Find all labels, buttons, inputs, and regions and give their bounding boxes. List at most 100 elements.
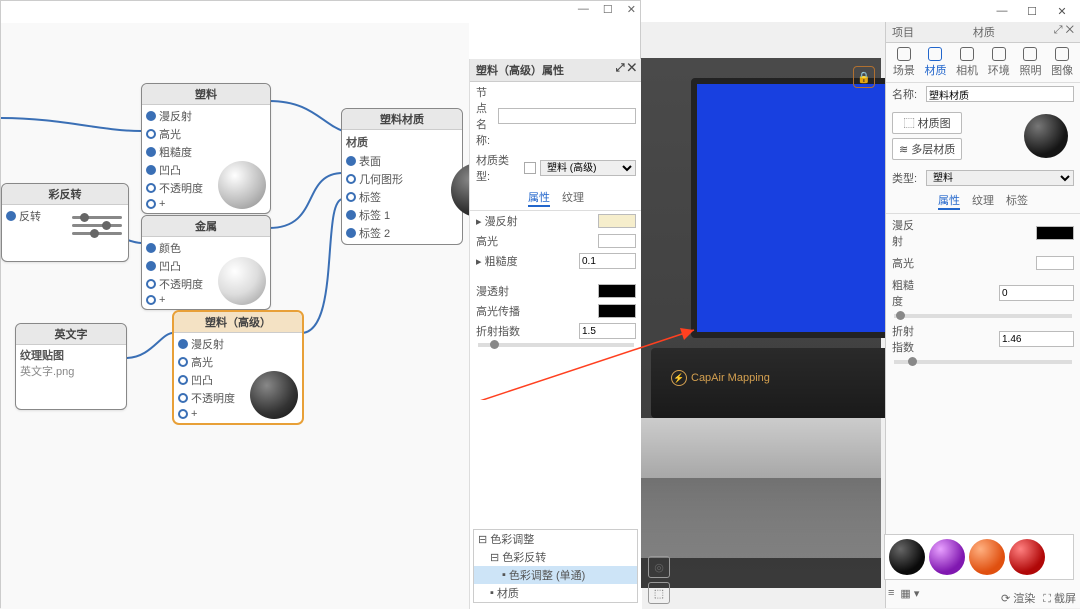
rp-tab-material[interactable]: 材质 (924, 47, 946, 78)
node-metal-title: 金属 (142, 216, 270, 237)
prop-type-label: 材质类型: (476, 152, 520, 184)
prop-specp-swatch[interactable] (598, 304, 636, 318)
rp-rough-slider[interactable] (896, 311, 905, 320)
rp-undock-icon[interactable]: ⤢ ✕ (1054, 24, 1074, 40)
rp-tab-attr[interactable]: 属性 (938, 192, 960, 210)
main-min-button[interactable]: — (988, 2, 1016, 20)
node-color-invert[interactable]: 彩反转 反转 (1, 183, 129, 262)
prop-diffuse-swatch[interactable] (598, 214, 636, 228)
rp-tab-env[interactable]: 环境 (988, 47, 1010, 78)
prop-trans-swatch[interactable] (598, 284, 636, 298)
port-dot[interactable] (178, 375, 188, 385)
node-tree[interactable]: ⊟色彩调整 ⊟色彩反转 ▪色彩调整 (单通) ▪材质 (473, 529, 638, 603)
graph-icon: ⬚ (904, 118, 915, 130)
rp-tab-label[interactable]: 标签 (1006, 192, 1028, 210)
port-dot[interactable] (146, 243, 156, 253)
lightning-icon: ⚡ (671, 370, 687, 386)
port-dot[interactable] (178, 339, 188, 349)
rp-type-label: 类型: (892, 170, 922, 186)
rp-name-label: 名称: (892, 86, 922, 102)
node-eng-title: 英文字 (16, 324, 126, 345)
prop-name-input[interactable] (498, 108, 636, 124)
node-plastic-adv-preview (250, 371, 298, 419)
prop-ior-slider[interactable] (490, 340, 499, 349)
rp-tab-tex[interactable]: 纹理 (972, 192, 994, 210)
render-button[interactable]: ⟳ 渲染 (1001, 590, 1035, 606)
rp-diff-swatch[interactable] (1036, 226, 1074, 240)
node-plastic[interactable]: 塑料 漫反射 高光 粗糙度 凹凸 不透明度 + (141, 83, 271, 214)
graph-close-button[interactable]: ✕ (627, 3, 636, 16)
port-dot[interactable] (146, 111, 156, 121)
graph-min-button[interactable]: — (578, 3, 589, 16)
swatch-red[interactable] (1009, 539, 1045, 575)
graph-max-button[interactable]: ☐ (603, 3, 613, 16)
swatch-orange[interactable] (969, 539, 1005, 575)
grid-view-icon[interactable]: ▦ ▾ (900, 587, 919, 600)
material-graph-window: — ☐ ✕ 彩反转 反转 塑料 (0, 0, 641, 608)
rp-rough-input[interactable] (999, 285, 1074, 301)
port-dot[interactable] (146, 279, 156, 289)
node-texture-english[interactable]: 英文字 纹理贴图 英文字.png (15, 323, 127, 410)
rp-matgraph-button[interactable]: ⬚ 材质图 (892, 112, 962, 134)
viewport-lock-icon[interactable]: 🔒 (853, 66, 875, 88)
port-dot[interactable] (178, 357, 188, 367)
rp-tab-camera[interactable]: 相机 (956, 47, 978, 78)
rp-multilayer-button[interactable]: ≋ 多层材质 (892, 138, 962, 160)
toolbar-btn-2[interactable]: ⬚ (648, 582, 670, 604)
port-dot[interactable] (346, 174, 356, 184)
viewport-toolbar: ◎ ⬚ (648, 556, 670, 604)
port-dot[interactable] (346, 210, 356, 220)
prop-ior-input[interactable] (579, 323, 636, 339)
prop-type-swatch[interactable] (524, 162, 536, 174)
port-dot[interactable] (346, 228, 356, 238)
port-dot[interactable] (146, 147, 156, 157)
env-icon (992, 47, 1006, 61)
toolbar-btn-1[interactable]: ◎ (648, 556, 670, 578)
prop-spec-swatch[interactable] (598, 234, 636, 248)
rp-tab-scene[interactable]: 场景 (893, 47, 915, 78)
swatch-black[interactable] (889, 539, 925, 575)
swatch-purple[interactable] (929, 539, 965, 575)
prop-type-select[interactable]: 塑料 (高级) (540, 160, 636, 176)
port-dot[interactable] (146, 261, 156, 271)
list-view-icon[interactable]: ≡ (888, 587, 894, 600)
rp-diff-label: 漫反射 (892, 217, 922, 249)
tree-expand-icon[interactable]: ⊟ (490, 551, 499, 564)
node-metal[interactable]: 金属 颜色 凹凸 不透明度 + (141, 215, 271, 310)
port-dot[interactable] (178, 409, 188, 419)
port-dot[interactable] (178, 393, 188, 403)
port-dot[interactable] (146, 129, 156, 139)
camera-icon (960, 47, 974, 61)
node-plastic-advanced[interactable]: 塑料（高级） 漫反射 高光 凹凸 不透明度 + (173, 311, 303, 424)
prop-tab-attr[interactable]: 属性 (528, 189, 550, 207)
node-material-output[interactable]: 塑料材质 材质 表面 几何图形 标签 标签 1 标签 2 (341, 108, 463, 245)
rp-spec-swatch[interactable] (1036, 256, 1074, 270)
screenshot-button[interactable]: ⛶ 截屏 (1043, 590, 1076, 606)
rp-tab-light[interactable]: 照明 (1019, 47, 1041, 78)
material-icon (928, 47, 942, 61)
rp-tab-image[interactable]: 图像 (1051, 47, 1073, 78)
port-dot[interactable] (146, 295, 156, 305)
rp-name-input[interactable] (926, 86, 1074, 102)
port-dot[interactable] (146, 199, 156, 209)
tree-expand-icon[interactable]: ⊟ (478, 533, 487, 546)
node-eng-sub: 纹理贴图 (20, 347, 122, 363)
main-close-button[interactable]: ✕ (1048, 2, 1076, 20)
port-dot[interactable] (346, 192, 356, 202)
render-viewport[interactable]: ⚡ CapAir Mapping 🔒 (641, 58, 881, 588)
main-max-button[interactable]: ☐ (1018, 2, 1046, 20)
project-panel: 项目材质⤢ ✕ 场景 材质 相机 环境 照明 图像 名称: ⬚ 材质图 ≋ 多层… (885, 22, 1080, 608)
prop-tab-tex[interactable]: 纹理 (562, 189, 584, 207)
port-dot[interactable] (146, 183, 156, 193)
rp-ior-input[interactable] (999, 331, 1074, 347)
node-matout-title: 塑料材质 (342, 109, 462, 130)
rp-ior-slider[interactable] (908, 357, 917, 366)
rp-type-select[interactable]: 塑料 (926, 170, 1074, 186)
prop-undock-icon[interactable]: ⤢ ✕ (616, 62, 636, 78)
port-dot[interactable] (6, 211, 16, 221)
port-dot[interactable] (346, 156, 356, 166)
node-graph-canvas[interactable]: 彩反转 反转 塑料 漫反射 高光 粗糙度 凹凸 不透明度 + (1, 23, 469, 609)
prop-rough-input[interactable] (579, 253, 636, 269)
port-dot[interactable] (146, 165, 156, 175)
node-metal-preview (218, 257, 266, 305)
